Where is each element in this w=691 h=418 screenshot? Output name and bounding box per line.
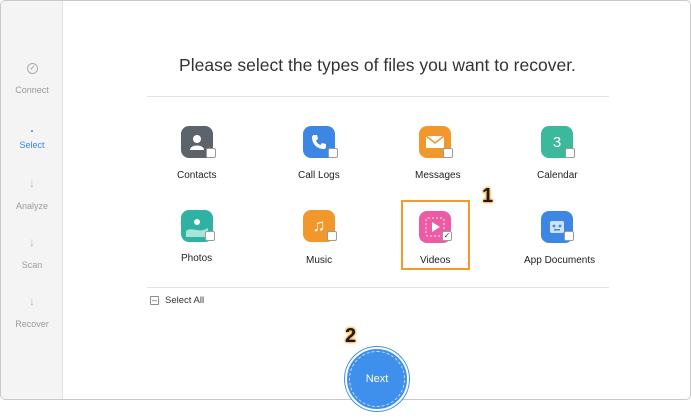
select-all-label[interactable]: Select All xyxy=(165,295,204,306)
step-select[interactable]: Select xyxy=(1,140,63,150)
step-connect[interactable]: Connect xyxy=(1,85,63,95)
down-arrow-icon: ↓ xyxy=(29,235,35,249)
next-button-label: Next xyxy=(349,351,405,407)
step-analyze[interactable]: Analyze xyxy=(1,201,63,211)
videos-checkbox[interactable]: ✓ xyxy=(442,231,452,241)
contacts-checkbox[interactable] xyxy=(206,148,216,158)
calendar-label: Calendar xyxy=(537,170,578,181)
down-arrow-icon: ↓ xyxy=(29,176,35,190)
app-documents-checkbox[interactable] xyxy=(564,231,574,241)
step-scan[interactable]: Scan xyxy=(1,260,63,270)
annotation-step-two: 2 xyxy=(345,325,357,347)
messages-label: Messages xyxy=(415,170,461,181)
contacts-label: Contacts xyxy=(177,170,217,181)
active-step-dot-icon xyxy=(31,130,33,132)
bottom-divider xyxy=(147,287,609,288)
photos-label: Photos xyxy=(181,253,213,264)
music-checkbox[interactable] xyxy=(327,231,337,241)
step-recover[interactable]: Recover xyxy=(1,319,63,329)
messages-checkbox[interactable] xyxy=(443,148,453,158)
next-button[interactable]: Next xyxy=(345,347,409,411)
photos-checkbox[interactable] xyxy=(205,231,215,241)
down-arrow-icon: ↓ xyxy=(29,294,35,308)
music-label: Music xyxy=(306,255,333,266)
call-logs-checkbox[interactable] xyxy=(328,148,338,158)
app-documents-label: App Documents xyxy=(524,255,596,266)
annotation-step-one: 1 xyxy=(482,185,494,207)
videos-label: Videos xyxy=(420,255,451,266)
select-all-checkbox[interactable]: – xyxy=(150,296,159,305)
call-logs-label: Call Logs xyxy=(298,170,340,181)
calendar-day: 3 xyxy=(552,133,562,151)
steps-sidebar: ✓ Connect Select ↓ Analyze ↓ Scan ↓ Reco… xyxy=(1,1,63,399)
page-title: Please select the types of files you wan… xyxy=(179,55,576,75)
calendar-checkbox[interactable] xyxy=(565,148,575,158)
top-divider xyxy=(147,96,609,97)
check-circle-icon: ✓ xyxy=(27,63,38,74)
